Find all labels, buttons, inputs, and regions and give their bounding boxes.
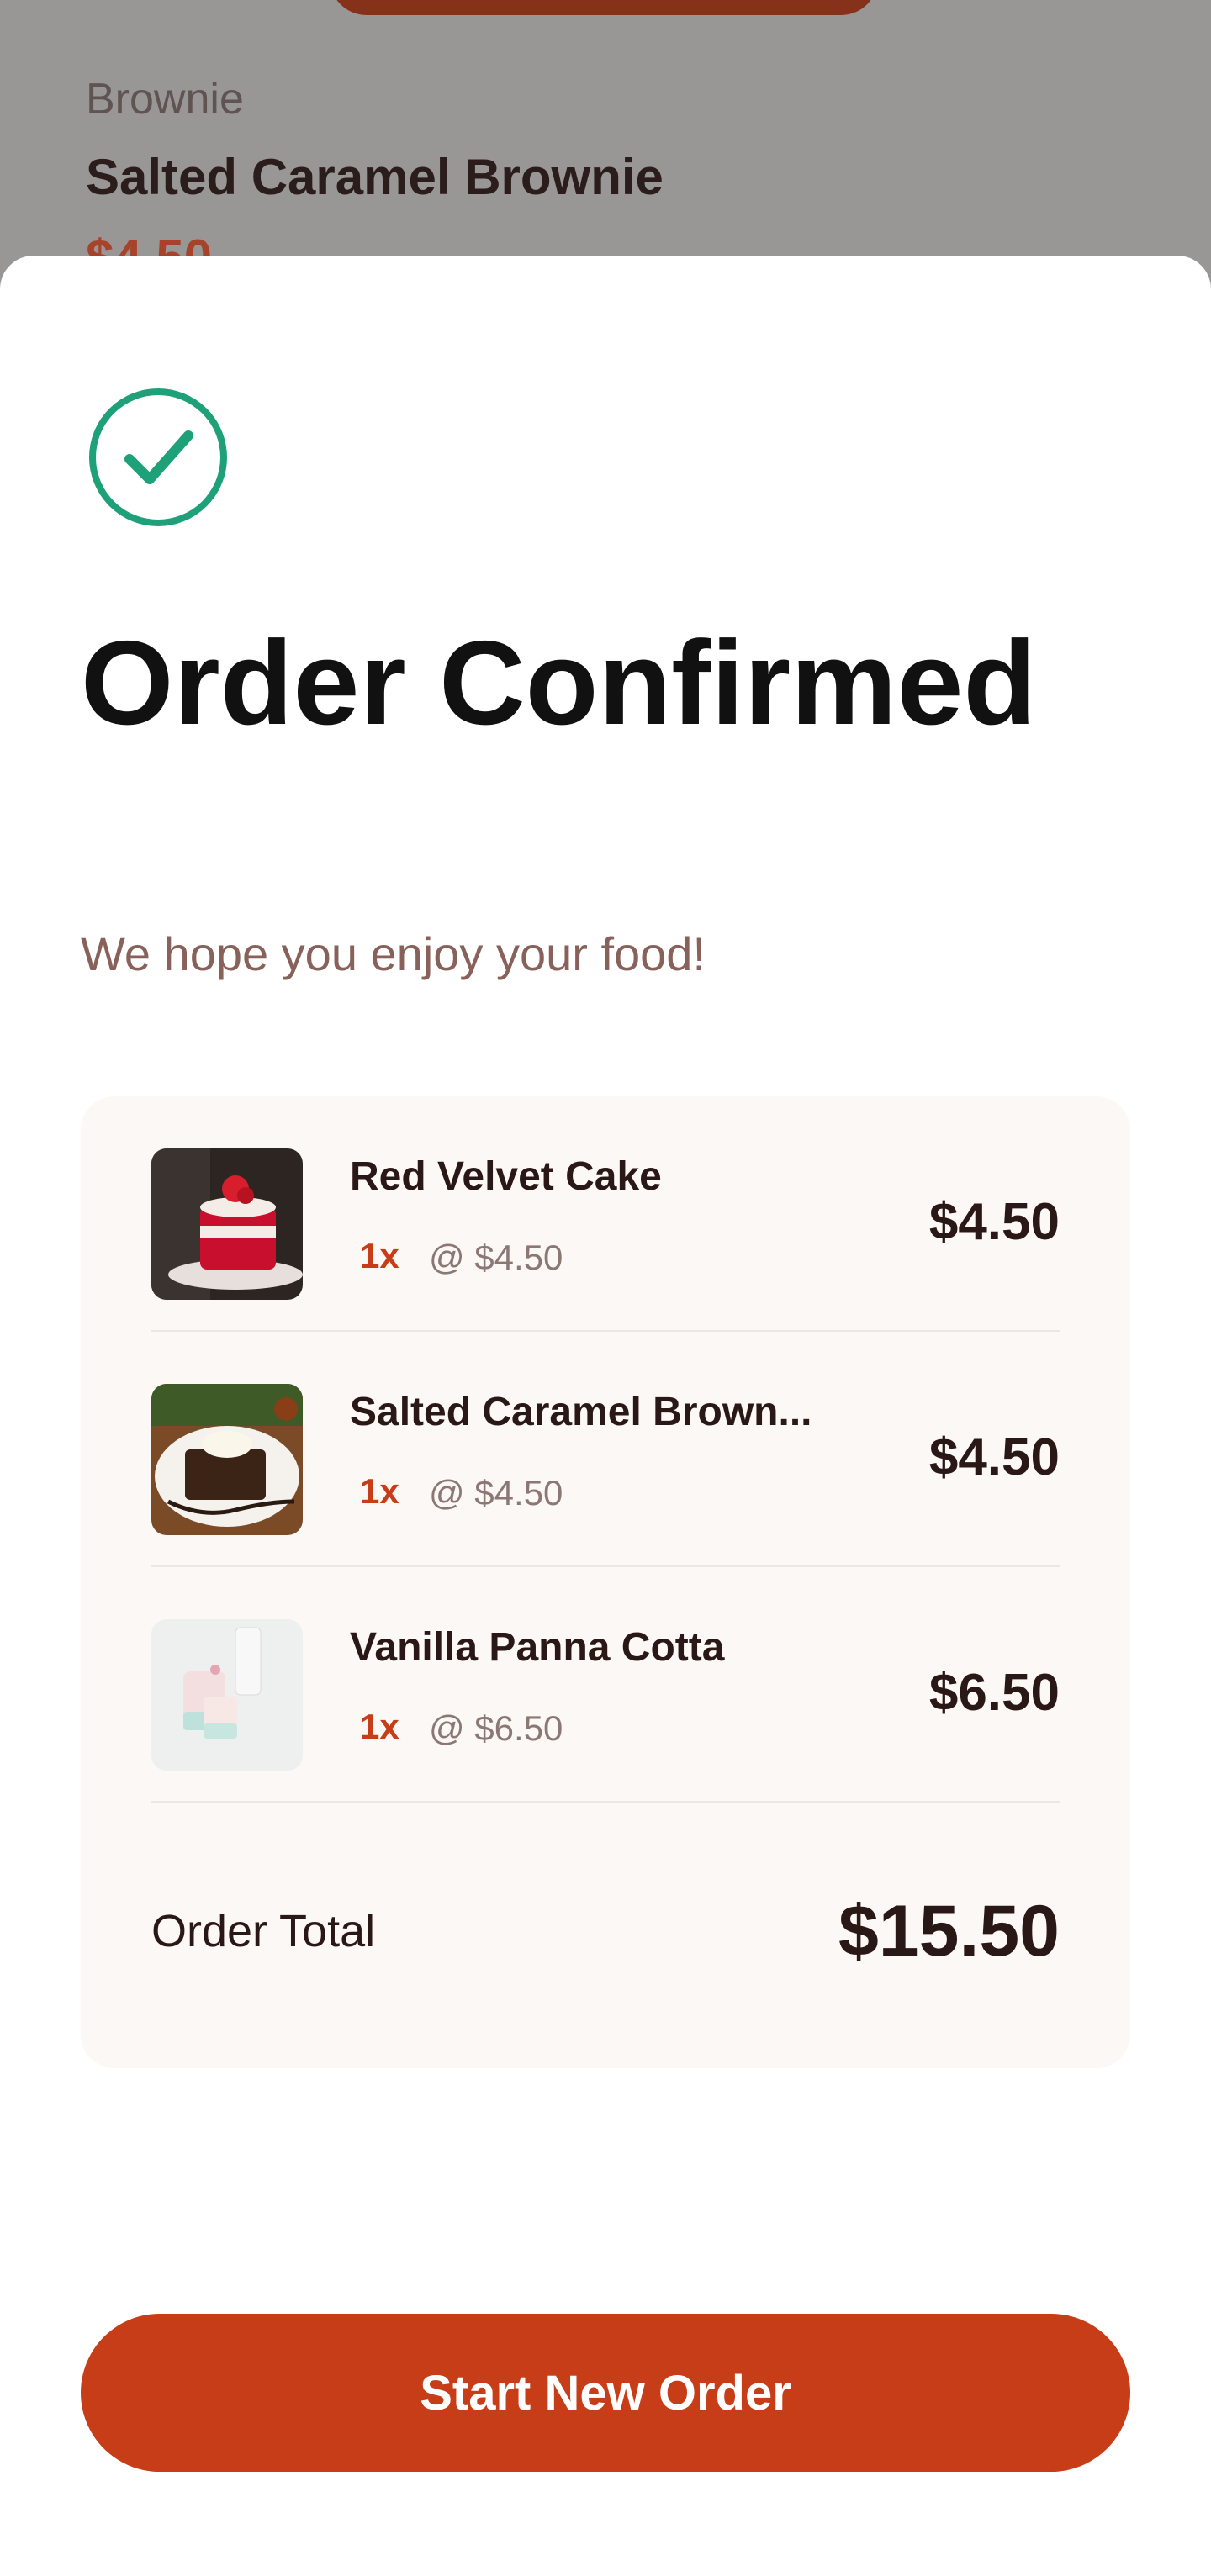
item-unit-price: @ $6.50 — [429, 1708, 563, 1748]
background-add-button — [330, 0, 878, 15]
background-category-label: Brownie — [86, 75, 244, 124]
item-unit-price: @ $4.50 — [429, 1473, 563, 1512]
item-total-price: $4.50 — [928, 1428, 1060, 1486]
red-velvet-cake-thumbnail — [151, 1148, 303, 1300]
vanilla-panna-cotta-thumbnail — [151, 1619, 303, 1771]
item-name: Vanilla Panna Cotta — [350, 1625, 725, 1670]
item-total-price: $6.50 — [928, 1664, 1060, 1722]
check-circle-icon — [89, 388, 227, 526]
order-item-row: Red Velvet Cake 1x @ $4.50 $4.50 — [151, 1096, 1060, 1332]
order-confirmation-modal: Order Confirmed We hope you enjoy your f… — [0, 256, 1211, 2576]
start-new-order-button[interactable]: Start New Order — [81, 2314, 1130, 2472]
item-quantity: 1x — [360, 1707, 399, 1746]
background-product-name: Salted Caramel Brownie — [86, 149, 664, 205]
salted-caramel-brownie-thumbnail — [151, 1384, 303, 1535]
background-product-page: Brownie Salted Caramel Brownie $4.50 — [0, 0, 1211, 286]
confirmation-subtitle: We hope you enjoy your food! — [81, 927, 706, 980]
item-unit-price: @ $4.50 — [429, 1238, 563, 1277]
item-name: Salted Caramel Brown... — [350, 1390, 812, 1434]
order-total-label: Order Total — [151, 1906, 376, 1956]
item-quantity: 1x — [360, 1471, 399, 1511]
item-total-price: $4.50 — [928, 1193, 1060, 1251]
order-item-row: Salted Caramel Brown... 1x @ $4.50 $4.50 — [151, 1332, 1060, 1567]
item-name: Red Velvet Cake — [350, 1154, 662, 1199]
order-total-value: $15.50 — [838, 1891, 1060, 1972]
item-quantity: 1x — [360, 1236, 399, 1275]
order-summary-card: Red Velvet Cake 1x @ $4.50 $4.50 Salted … — [81, 1096, 1130, 2068]
order-item-row: Vanilla Panna Cotta 1x @ $6.50 $6.50 — [151, 1567, 1060, 1803]
confirmation-title: Order Confirmed — [81, 616, 1037, 750]
